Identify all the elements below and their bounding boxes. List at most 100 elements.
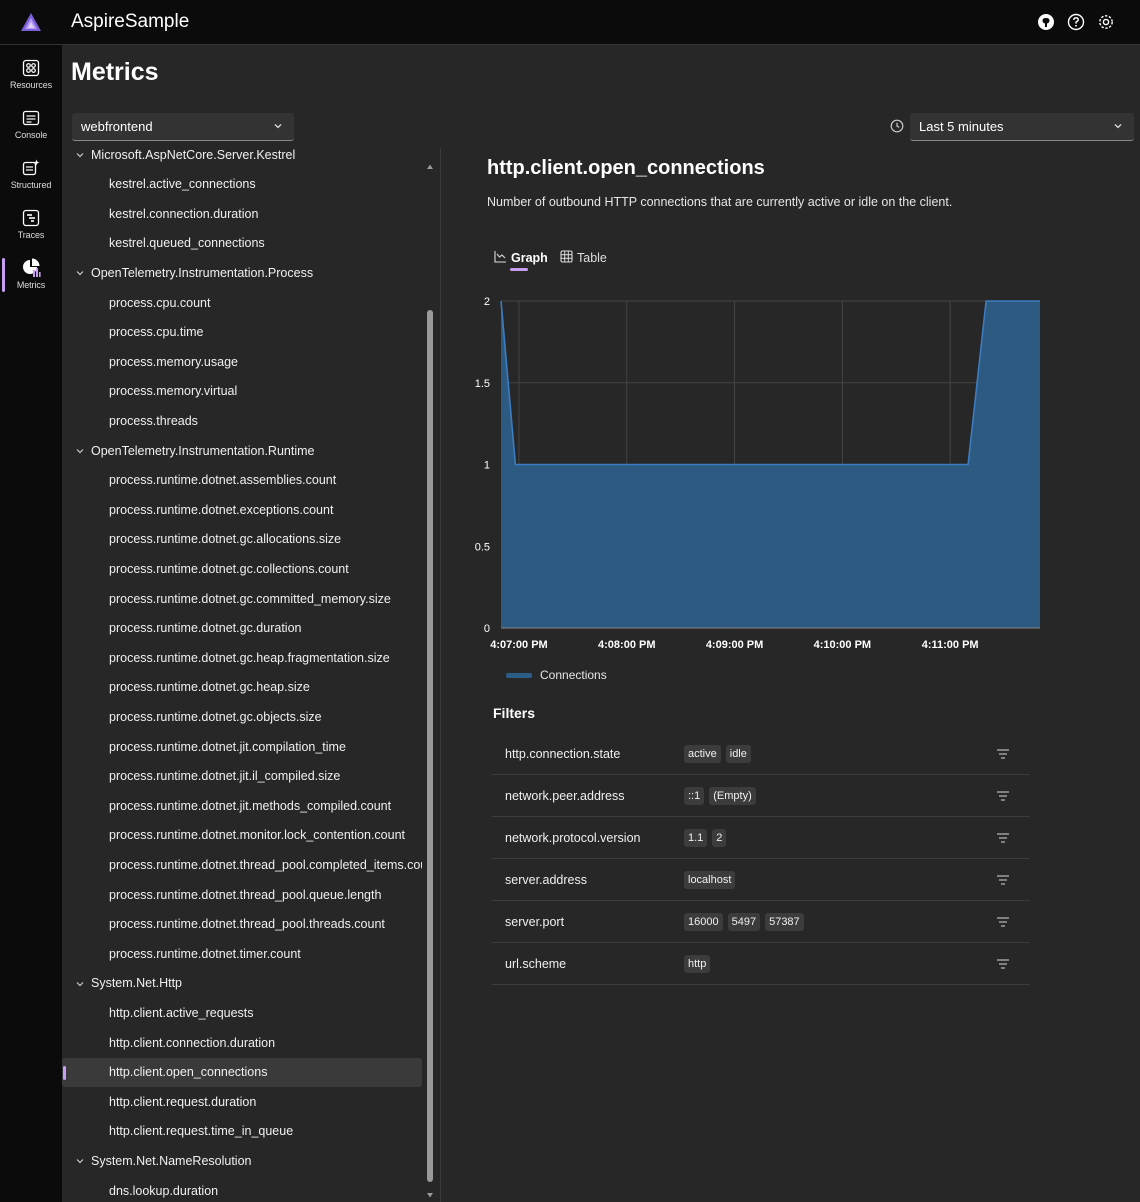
tree-label: OpenTelemetry.Instrumentation.Process bbox=[91, 265, 314, 280]
scroll-down-icon[interactable] bbox=[426, 1186, 434, 1202]
nav-console[interactable]: Console bbox=[0, 100, 62, 150]
tree-label: OpenTelemetry.Instrumentation.Runtime bbox=[91, 443, 315, 458]
tree-item[interactable]: process.runtime.dotnet.exceptions.count bbox=[62, 495, 422, 524]
aspire-logo-icon[interactable] bbox=[0, 0, 62, 45]
app-window: AspireSample Resources Console Structure… bbox=[0, 0, 1140, 1202]
chevron-down-icon[interactable] bbox=[75, 978, 85, 992]
legend-label: Connections bbox=[540, 668, 607, 682]
scroll-thumb[interactable] bbox=[427, 310, 433, 1182]
tree-item[interactable]: process.runtime.dotnet.monitor.lock_cont… bbox=[62, 821, 422, 850]
tree-group[interactable]: System.Net.NameResolution bbox=[62, 1146, 422, 1175]
tree-item[interactable]: process.runtime.dotnet.thread_pool.queue… bbox=[62, 880, 422, 909]
resource-select[interactable]: webfrontend bbox=[72, 113, 294, 141]
connections-chart[interactable]: 0 0.5 1 1.5 2 4:07:00 PM 4:08:00 PM 4:09:00 PM 4… bbox=[460, 285, 1060, 665]
tree-label: process.runtime.dotnet.gc.committed_memo… bbox=[109, 591, 391, 606]
tree-item[interactable]: process.memory.usage bbox=[62, 347, 422, 376]
tree-item[interactable]: process.runtime.dotnet.gc.objects.size bbox=[62, 702, 422, 731]
y-tick-label: 1.5 bbox=[475, 378, 490, 390]
tree-label: process.runtime.dotnet.gc.heap.fragmenta… bbox=[109, 650, 390, 665]
nav-label: Metrics bbox=[16, 280, 46, 290]
tree-item[interactable]: process.runtime.dotnet.gc.committed_memo… bbox=[62, 584, 422, 613]
tree-item[interactable]: process.threads bbox=[62, 406, 422, 435]
tree-label: process.runtime.dotnet.gc.allocations.si… bbox=[109, 532, 342, 547]
tree-item[interactable]: process.runtime.dotnet.assemblies.count bbox=[62, 466, 422, 495]
scroll-up-icon[interactable] bbox=[426, 158, 434, 176]
tree-item[interactable]: process.cpu.time bbox=[62, 318, 422, 347]
help-icon[interactable] bbox=[1066, 10, 1086, 34]
tree-label: http.client.active_requests bbox=[109, 1005, 254, 1020]
tree-item[interactable]: dns.lookup.duration bbox=[62, 1176, 422, 1202]
metrics-tree: Microsoft.AspNetCore.Server.Kestrel kestr… bbox=[62, 148, 440, 1202]
settings-icon[interactable] bbox=[1096, 10, 1116, 34]
nav-resources[interactable]: Resources bbox=[0, 50, 62, 100]
filter-row: network.protocol.version 1.1 2 bbox=[492, 817, 1030, 859]
nav-traces[interactable]: Traces bbox=[0, 200, 62, 250]
chevron-down-icon[interactable] bbox=[75, 149, 85, 163]
tree-item[interactable]: process.runtime.dotnet.thread_pool.threa… bbox=[62, 910, 422, 939]
filter-row: url.scheme http bbox=[492, 943, 1030, 985]
chevron-down-icon bbox=[272, 120, 284, 135]
tree-item[interactable]: process.memory.virtual bbox=[62, 377, 422, 406]
tree-group[interactable]: OpenTelemetry.Instrumentation.Process bbox=[62, 258, 422, 287]
tree-item[interactable]: process.runtime.dotnet.jit.methods_compi… bbox=[62, 791, 422, 820]
tab-graph[interactable]: Graph bbox=[494, 250, 548, 266]
tree-label: dns.lookup.duration bbox=[109, 1183, 219, 1198]
filter-value-chip: 57387 bbox=[765, 912, 804, 931]
chevron-down-icon[interactable] bbox=[75, 1155, 85, 1169]
github-icon[interactable] bbox=[1036, 10, 1056, 34]
filter-icon[interactable] bbox=[996, 873, 1010, 891]
filter-icon[interactable] bbox=[996, 831, 1010, 849]
tree-item[interactable]: http.client.connection.duration bbox=[62, 1028, 422, 1057]
tree-label: http.client.connection.duration bbox=[109, 1035, 276, 1050]
tree-group[interactable]: Microsoft.AspNetCore.Server.Kestrel bbox=[62, 148, 422, 169]
tree-item[interactable]: process.runtime.dotnet.gc.duration bbox=[62, 614, 422, 643]
tree-item[interactable]: process.runtime.dotnet.gc.allocations.si… bbox=[62, 525, 422, 554]
panel-divider[interactable] bbox=[440, 148, 441, 1202]
tree-item[interactable]: process.runtime.dotnet.thread_pool.compl… bbox=[62, 850, 422, 879]
app-title[interactable]: AspireSample bbox=[71, 11, 189, 33]
tree-group[interactable]: OpenTelemetry.Instrumentation.Runtime bbox=[62, 436, 422, 465]
tree-item[interactable]: kestrel.active_connections bbox=[62, 170, 422, 199]
filter-value-chip: localhost bbox=[684, 870, 736, 889]
tree-item[interactable]: process.runtime.dotnet.timer.count bbox=[62, 939, 422, 968]
tree-item[interactable]: http.client.request.duration bbox=[62, 1087, 422, 1116]
tree-item[interactable]: http.client.active_requests bbox=[62, 998, 422, 1027]
filter-icon[interactable] bbox=[996, 915, 1010, 933]
structured-icon bbox=[21, 158, 41, 178]
y-tick-label: 0 bbox=[484, 623, 490, 635]
tree-scrollbar[interactable] bbox=[426, 158, 434, 1198]
tree-item[interactable]: http.client.request.time_in_queue bbox=[62, 1117, 422, 1146]
tree-item[interactable]: process.runtime.dotnet.gc.collections.co… bbox=[62, 554, 422, 583]
nav-metrics[interactable]: Metrics bbox=[0, 250, 62, 300]
y-tick-label: 0.5 bbox=[475, 541, 490, 553]
tree-item[interactable]: process.runtime.dotnet.gc.heap.size bbox=[62, 673, 422, 702]
tree-label: process.runtime.dotnet.thread_pool.queue… bbox=[109, 887, 382, 902]
tree-label: process.runtime.dotnet.thread_pool.compl… bbox=[109, 857, 422, 872]
filter-row: server.port 16000 5497 57387 bbox=[492, 901, 1030, 943]
tree-item[interactable]: process.cpu.count bbox=[62, 288, 422, 317]
tree-item[interactable]: process.runtime.dotnet.gc.heap.fragmenta… bbox=[62, 643, 422, 672]
tree-item[interactable]: kestrel.queued_connections bbox=[62, 229, 422, 258]
filter-icon[interactable] bbox=[996, 789, 1010, 807]
tree-label: process.runtime.dotnet.exceptions.count bbox=[109, 502, 334, 517]
tab-table[interactable]: Table bbox=[560, 250, 607, 266]
tree-group[interactable]: System.Net.Http bbox=[62, 969, 422, 998]
filter-icon[interactable] bbox=[996, 957, 1010, 975]
nav-structured[interactable]: Structured bbox=[0, 150, 62, 200]
table-icon bbox=[560, 250, 573, 266]
x-tick-label: 4:10:00 PM bbox=[814, 639, 871, 651]
chevron-down-icon[interactable] bbox=[75, 267, 85, 281]
chevron-down-icon[interactable] bbox=[75, 445, 85, 459]
tree-item[interactable]: http.client.open_connections bbox=[62, 1057, 422, 1087]
tree-item[interactable]: process.runtime.dotnet.jit.il_compiled.s… bbox=[62, 762, 422, 791]
legend-swatch bbox=[506, 672, 532, 678]
x-tick-label: 4:08:00 PM bbox=[598, 639, 655, 651]
time-range-select[interactable]: Last 5 minutes bbox=[910, 113, 1134, 141]
tree-item[interactable]: process.runtime.dotnet.jit.compilation_t… bbox=[62, 732, 422, 761]
tree-label: kestrel.queued_connections bbox=[109, 236, 265, 251]
nav-label: Resources bbox=[9, 80, 53, 90]
tree-label: kestrel.connection.duration bbox=[109, 206, 259, 221]
filter-icon[interactable] bbox=[996, 747, 1010, 765]
tree-item[interactable]: kestrel.connection.duration bbox=[62, 199, 422, 228]
chart-legend[interactable]: Connections bbox=[506, 668, 607, 682]
